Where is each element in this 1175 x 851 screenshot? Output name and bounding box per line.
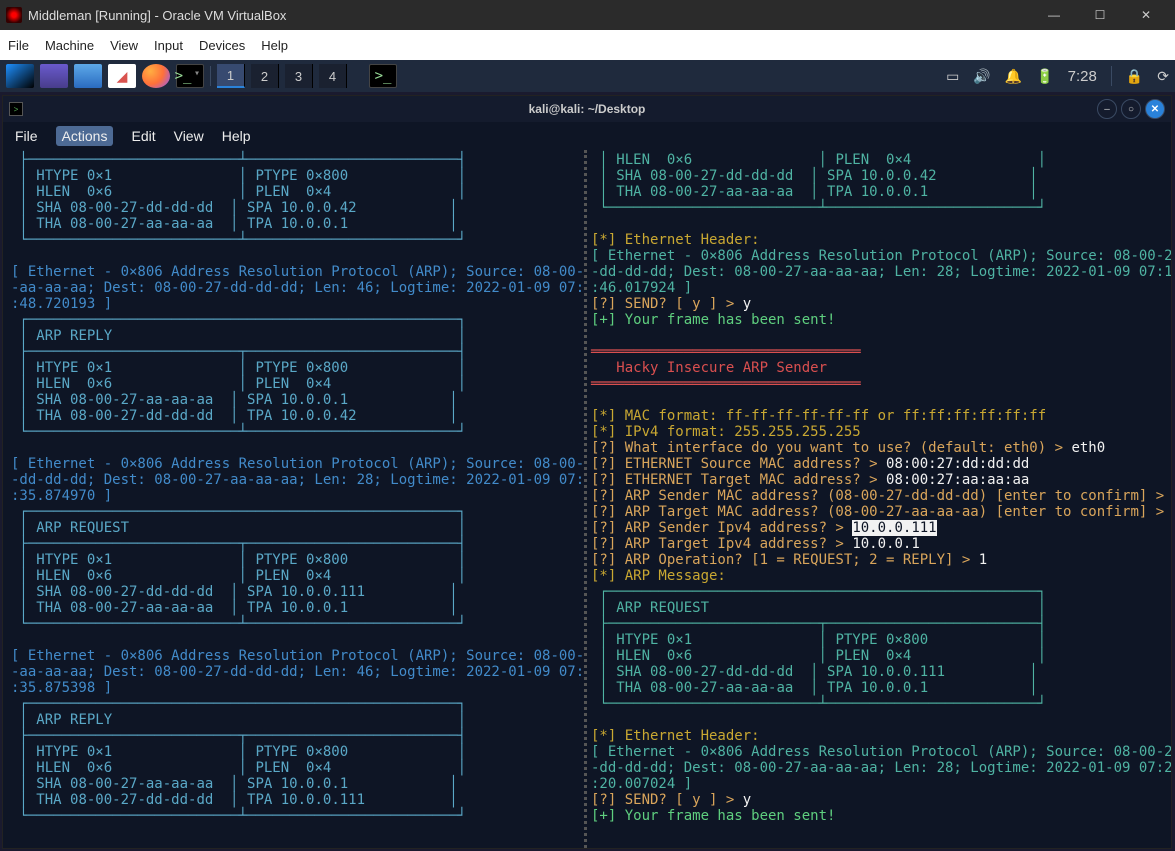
menu-machine[interactable]: Machine	[45, 38, 94, 53]
window-minimize-button[interactable]: —	[1031, 0, 1077, 30]
terminal-title-icon: >	[9, 102, 23, 116]
menu-help[interactable]: Help	[261, 38, 288, 53]
virtualbox-logo-icon	[6, 7, 22, 23]
virtualbox-titlebar: Middleman [Running] - Oracle VM VirtualB…	[0, 0, 1175, 30]
arp-sender-ip-input: 10.0.0.111	[852, 520, 936, 536]
ethernet-header-3: [ Ethernet - 0×806 Address Resolution Pr…	[11, 648, 587, 696]
right-ethernet-1: [ Ethernet - 0×806 Address Resolution Pr…	[591, 744, 1171, 792]
volume-tray-icon[interactable]: 🔊	[973, 68, 990, 85]
refresh-tray-icon[interactable]: ⟳	[1157, 68, 1169, 85]
kali-menu-icon[interactable]	[6, 64, 34, 88]
menu-file[interactable]: File	[8, 38, 29, 53]
workspace-3[interactable]: 3	[285, 64, 313, 88]
menu-input[interactable]: Input	[154, 38, 183, 53]
panel-clock[interactable]: 7:28	[1068, 68, 1097, 85]
terminal-menu-view[interactable]: View	[174, 128, 204, 144]
right-ethernet-0: [ Ethernet - 0×806 Address Resolution Pr…	[591, 248, 1171, 296]
terminal-pane-left[interactable]: ├─────────────────────────┴─────────────…	[3, 150, 587, 848]
frame-sent-msg: [+] Your frame has been sent!	[591, 312, 835, 328]
battery-tray-icon[interactable]: 🔋	[1036, 68, 1053, 85]
terminal-menubar: File Actions Edit View Help	[3, 122, 1171, 150]
workspace-1[interactable]: 1	[217, 64, 245, 88]
ethernet-header-2: [ Ethernet - 0×806 Address Resolution Pr…	[11, 456, 587, 504]
show-desktop-icon[interactable]	[40, 64, 68, 88]
virtualbox-menubar: File Machine View Input Devices Help	[0, 30, 1175, 60]
notifications-tray-icon[interactable]: 🔔	[1005, 68, 1022, 85]
terminal-menu-help[interactable]: Help	[222, 128, 251, 144]
workspace-2[interactable]: 2	[251, 64, 279, 88]
firefox-icon[interactable]	[142, 64, 170, 88]
terminal-menu-actions[interactable]: Actions	[56, 126, 114, 146]
file-manager-icon[interactable]	[74, 64, 102, 88]
menu-view[interactable]: View	[110, 38, 138, 53]
running-terminal-icon[interactable]: >_	[369, 64, 397, 88]
terminal-maximize-button[interactable]: ○	[1121, 99, 1141, 119]
terminal-menu-file[interactable]: File	[15, 128, 38, 144]
terminal-pane-right[interactable]: │ HLEN 0×6 │ PLEN 0×4 │ │ SHA 08-00-27-d…	[587, 150, 1171, 848]
virtualbox-title: Middleman [Running] - Oracle VM VirtualB…	[28, 8, 1031, 23]
terminal-titlebar[interactable]: > kali@kali: ~/Desktop – ○ ✕	[3, 96, 1171, 122]
terminal-launcher-dropdown[interactable]: >_	[176, 64, 204, 88]
lock-tray-icon[interactable]: 🔒	[1126, 68, 1143, 85]
app-name-banner: Hacky Insecure ARP Sender	[591, 360, 827, 376]
xfce-panel: ◢ >_ 1 2 3 4 >_ ▭ 🔊 🔔 🔋 7:28 🔒 ⟳	[0, 60, 1175, 92]
menu-devices[interactable]: Devices	[199, 38, 245, 53]
terminal-menu-edit[interactable]: Edit	[131, 128, 155, 144]
workspace-4[interactable]: 4	[319, 64, 347, 88]
terminal-minimize-button[interactable]: –	[1097, 99, 1117, 119]
frame-sent-msg-2: [+] Your frame has been sent!	[591, 808, 835, 824]
window-maximize-button[interactable]: ☐	[1077, 0, 1123, 30]
terminal-window: > kali@kali: ~/Desktop – ○ ✕ File Action…	[2, 95, 1172, 849]
window-close-button[interactable]: ✕	[1123, 0, 1169, 30]
display-tray-icon[interactable]: ▭	[946, 68, 959, 85]
ethernet-header-1: [ Ethernet - 0×806 Address Resolution Pr…	[11, 264, 587, 312]
terminal-title-text: kali@kali: ~/Desktop	[529, 102, 646, 116]
terminal-close-button[interactable]: ✕	[1145, 99, 1165, 119]
text-editor-icon[interactable]: ◢	[108, 64, 136, 88]
